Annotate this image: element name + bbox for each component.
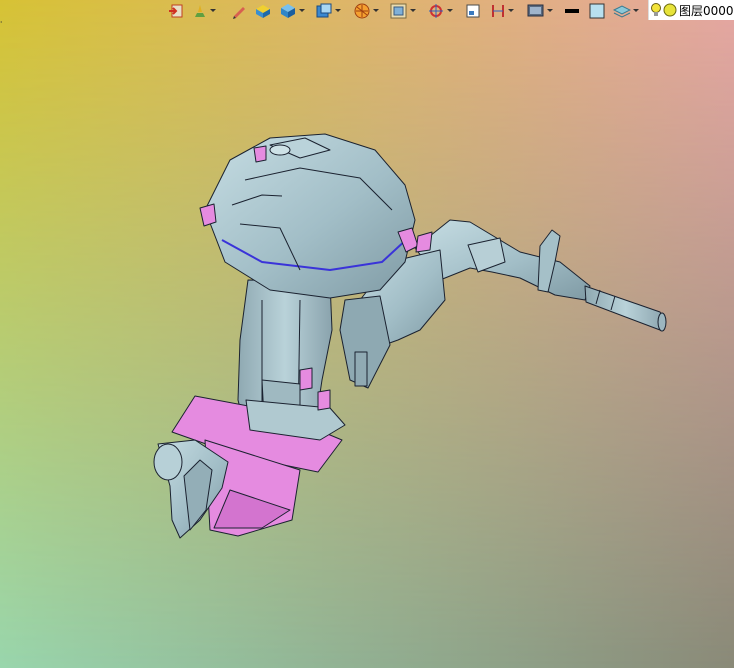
block-button[interactable] — [254, 1, 272, 20]
dropdown-arrow[interactable] — [508, 9, 514, 12]
blue-cube-icon — [281, 3, 295, 18]
layer-selector[interactable]: 图层0000 — [648, 0, 734, 20]
view-cube-button[interactable] — [315, 1, 341, 20]
yellow-block-icon — [256, 4, 270, 18]
toolbar: 图层0000 — [0, 0, 734, 22]
sheet-button[interactable] — [465, 1, 481, 20]
fill-color-button[interactable] — [589, 1, 605, 20]
dropdown-arrow[interactable] — [335, 9, 341, 12]
dropdown-arrow[interactable] — [547, 9, 553, 12]
import-button[interactable] — [168, 1, 184, 20]
corner-mark: ⸳ — [0, 17, 3, 27]
display-icon — [527, 4, 544, 16]
sun-icon[interactable] — [663, 2, 677, 18]
tiller-grip — [584, 285, 667, 331]
pencil-button[interactable] — [231, 1, 247, 20]
sheet-icon — [466, 4, 480, 17]
dimension-button[interactable] — [490, 1, 514, 20]
import-icon — [169, 4, 183, 17]
display-button[interactable] — [527, 1, 553, 20]
paint-layer-icon — [195, 4, 205, 17]
paint-layer-button[interactable] — [192, 1, 216, 20]
dropdown-arrow[interactable] — [633, 9, 639, 12]
dropdown-arrow[interactable] — [373, 9, 379, 12]
cowl-clip-top — [253, 145, 267, 163]
pencil-icon — [233, 6, 245, 19]
render-sphere-icon — [354, 3, 370, 18]
lightbulb-icon[interactable] — [649, 2, 663, 18]
outboard-motor-model[interactable] — [0, 0, 734, 668]
engine-cowling — [204, 133, 416, 299]
fill-color-icon — [589, 3, 605, 18]
frame-icon — [390, 3, 407, 18]
dimension-icon — [492, 4, 504, 17]
3d-viewport[interactable]: 图层0000 ⸳ — [0, 0, 734, 668]
view-cube-icon — [316, 3, 332, 17]
line-color-button[interactable] — [564, 1, 580, 20]
cowl-clip-left — [199, 203, 217, 227]
render-button[interactable] — [353, 1, 379, 20]
layer-name: 图层0000 — [679, 3, 734, 18]
dropdown-arrow[interactable] — [447, 9, 453, 12]
pivot-button[interactable] — [427, 1, 453, 20]
dropdown-arrow[interactable] — [210, 9, 216, 12]
line-color-icon — [565, 8, 579, 13]
dropdown-arrow[interactable] — [410, 9, 416, 12]
frame-button[interactable] — [390, 1, 416, 20]
layer-stack-button[interactable] — [613, 1, 639, 20]
dropdown-arrow[interactable] — [299, 9, 305, 12]
cube-button[interactable] — [279, 1, 305, 20]
pivot-icon — [429, 3, 443, 18]
layer-stack-icon — [613, 4, 631, 18]
